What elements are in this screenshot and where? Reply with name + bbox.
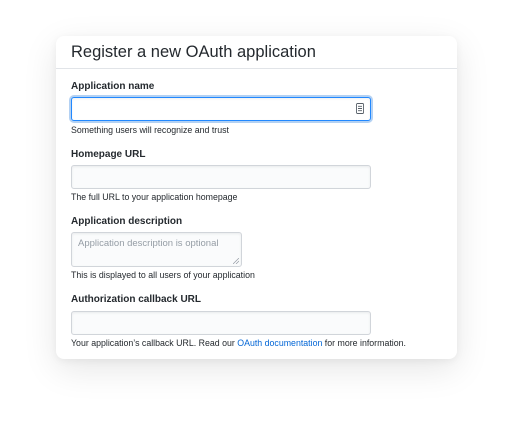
homepage-url-hint: The full URL to your application homepag… [71,192,238,202]
application-name-input[interactable] [71,97,371,121]
application-description-hint: This is displayed to all users of your a… [71,270,255,280]
homepage-url-input[interactable] [71,165,371,189]
callback-url-hint-suffix: for more information. [322,338,406,348]
callback-url-input[interactable] [71,311,371,335]
application-description-placeholder: Application description is optional [78,238,219,249]
callback-url-hint-prefix: Your application’s callback URL. Read ou… [71,338,238,348]
oauth-documentation-link[interactable]: OAuth documentation [237,338,322,348]
homepage-url-label: Homepage URL [71,149,146,160]
card-header: Register a new OAuth application [56,36,457,69]
page-title: Register a new OAuth application [71,42,316,61]
application-description-textarea[interactable]: Application description is optional [71,232,242,267]
application-description-label: Application description [71,216,183,227]
contact-card-icon[interactable] [356,103,364,114]
callback-url-label: Authorization callback URL [71,294,202,305]
application-name-hint: Something users will recognize and trust [71,125,229,135]
callback-url-hint: Your application’s callback URL. Read ou… [71,338,406,348]
application-name-label: Application name [71,81,155,92]
resize-grip-icon[interactable] [233,258,239,264]
oauth-app-registration-card: Register a new OAuth application Applica… [56,36,457,359]
